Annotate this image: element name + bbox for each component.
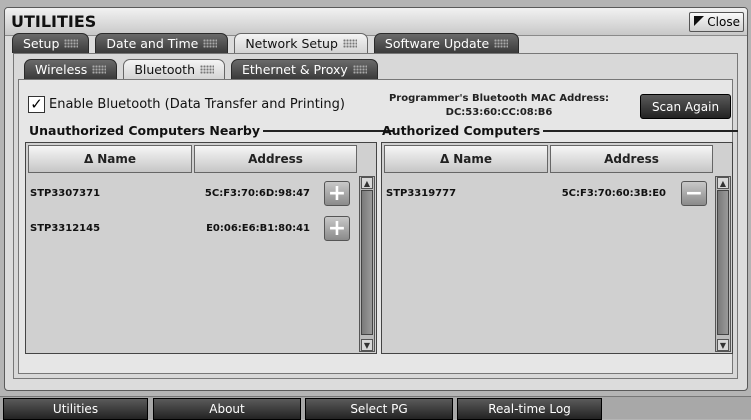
main-tabs: Setup Date and Time Network Setup Softwa… [12,33,520,53]
section-rule [263,129,394,132]
bottom-nav-bar: Utilities About Select PG Real-time Log [0,396,751,420]
tab-label: Setup [23,36,60,51]
close-button[interactable]: Close [689,12,744,32]
tab-label: Software Update [384,36,490,51]
unauthorized-list-header: Δ Name Address [28,145,357,173]
add-computer-button[interactable]: + [324,216,350,241]
scan-again-button[interactable]: Scan Again [640,94,731,119]
name-column-header[interactable]: Δ Name [28,145,192,173]
enable-bluetooth-checkbox[interactable]: ✓ [28,96,45,113]
column-label: Name [453,152,493,166]
tab-ethernet-proxy[interactable]: Ethernet & Proxy [231,59,378,79]
close-label: Close [707,15,740,29]
tab-bluetooth[interactable]: Bluetooth [123,59,225,79]
scroll-down-icon[interactable]: ▼ [717,339,729,351]
enable-bluetooth-label: Enable Bluetooth (Data Transfer and Prin… [49,97,345,112]
grip-icon [92,65,107,74]
row-address: 5C:F3:70:60:3B:E0 [561,188,666,199]
tab-label: Bluetooth [134,62,195,77]
column-label: Address [248,152,303,166]
mac-address-block: Programmer's Bluetooth MAC Address: DC:5… [384,92,614,120]
scroll-thumb[interactable] [361,190,373,335]
tab-label: Ethernet & Proxy [242,62,348,77]
address-column-header[interactable]: Address [550,145,713,173]
tab-label: Date and Time [106,36,199,51]
mac-address-value: DC:53:60:CC:08:B6 [445,107,553,118]
row-name: STP3307371 [30,188,101,199]
section-rule [543,129,739,132]
nav-utilities-button[interactable]: Utilities [3,398,148,420]
tab-wireless[interactable]: Wireless [24,59,118,79]
authorized-list-header: Δ Name Address [384,145,713,173]
row-name: STP3319777 [386,188,457,199]
scroll-thumb[interactable] [717,190,729,335]
checkmark-icon: ✓ [30,95,43,113]
table-row[interactable]: STP3319777 5C:F3:70:60:3B:E0 − [384,176,714,211]
name-column-header[interactable]: Δ Name [384,145,548,173]
tab-network-setup[interactable]: Network Setup [234,33,368,53]
mac-address-label: Programmer's Bluetooth MAC Address: [388,93,610,104]
column-label: Address [604,152,659,166]
enable-bluetooth-row: ✓ Enable Bluetooth (Data Transfer and Pr… [28,96,345,113]
grip-icon [64,39,79,48]
unauthorized-list: Δ Name Address STP3307371 5C:F3:70:6D:98… [25,142,377,354]
remove-computer-button[interactable]: − [681,181,707,206]
grip-icon [342,39,357,48]
address-column-header[interactable]: Address [194,145,357,173]
grip-icon [203,39,218,48]
unauthorized-scrollbar[interactable]: ▲ ▼ [359,176,375,352]
authorized-scrollbar[interactable]: ▲ ▼ [715,176,731,352]
add-computer-button[interactable]: + [324,181,350,206]
unauthorized-rows: STP3307371 5C:F3:70:6D:98:47 + STP331214… [28,176,358,246]
row-name: STP3312145 [30,223,101,234]
row-address: 5C:F3:70:6D:98:47 [204,188,310,199]
row-address: E0:06:E6:B1:80:41 [206,223,310,234]
nav-select-pg-button[interactable]: Select PG [305,398,453,420]
authorized-section-label: Authorized Computers [382,123,739,138]
nav-real-time-log-button[interactable]: Real-time Log [457,398,602,420]
column-label: Name [97,152,137,166]
grip-icon [494,39,509,48]
plus-icon: + [327,180,347,206]
close-arrow-icon [694,16,704,26]
tab-setup[interactable]: Setup [12,33,90,53]
minus-icon: − [684,180,704,206]
plus-icon: + [327,215,347,241]
tab-software-update[interactable]: Software Update [373,33,520,53]
tab-label: Wireless [35,62,88,77]
grip-icon [352,65,367,74]
authorized-title: Authorized Computers [382,123,541,138]
authorized-rows: STP3319777 5C:F3:70:60:3B:E0 − [384,176,714,211]
tab-label: Network Setup [245,36,338,51]
scroll-up-icon[interactable]: ▲ [361,177,373,189]
authorized-list: Δ Name Address STP3319777 5C:F3:70:60:3B… [381,142,733,354]
title-bar: UTILITIES Close [5,8,747,36]
window-title: UTILITIES [11,12,97,31]
sort-icon: Δ [83,152,94,166]
table-row[interactable]: STP3307371 5C:F3:70:6D:98:47 + [28,176,358,211]
nav-about-button[interactable]: About [153,398,301,420]
sort-icon: Δ [439,152,450,166]
sub-tabs: Wireless Bluetooth Ethernet & Proxy [24,59,378,79]
unauthorized-section-label: Unauthorized Computers Nearby [29,123,394,138]
scroll-down-icon[interactable]: ▼ [361,339,373,351]
unauthorized-title: Unauthorized Computers Nearby [29,123,261,138]
tab-date-and-time[interactable]: Date and Time [95,33,229,53]
grip-icon [200,65,214,74]
scroll-up-icon[interactable]: ▲ [717,177,729,189]
table-row[interactable]: STP3312145 E0:06:E6:B1:80:41 + [28,211,358,246]
